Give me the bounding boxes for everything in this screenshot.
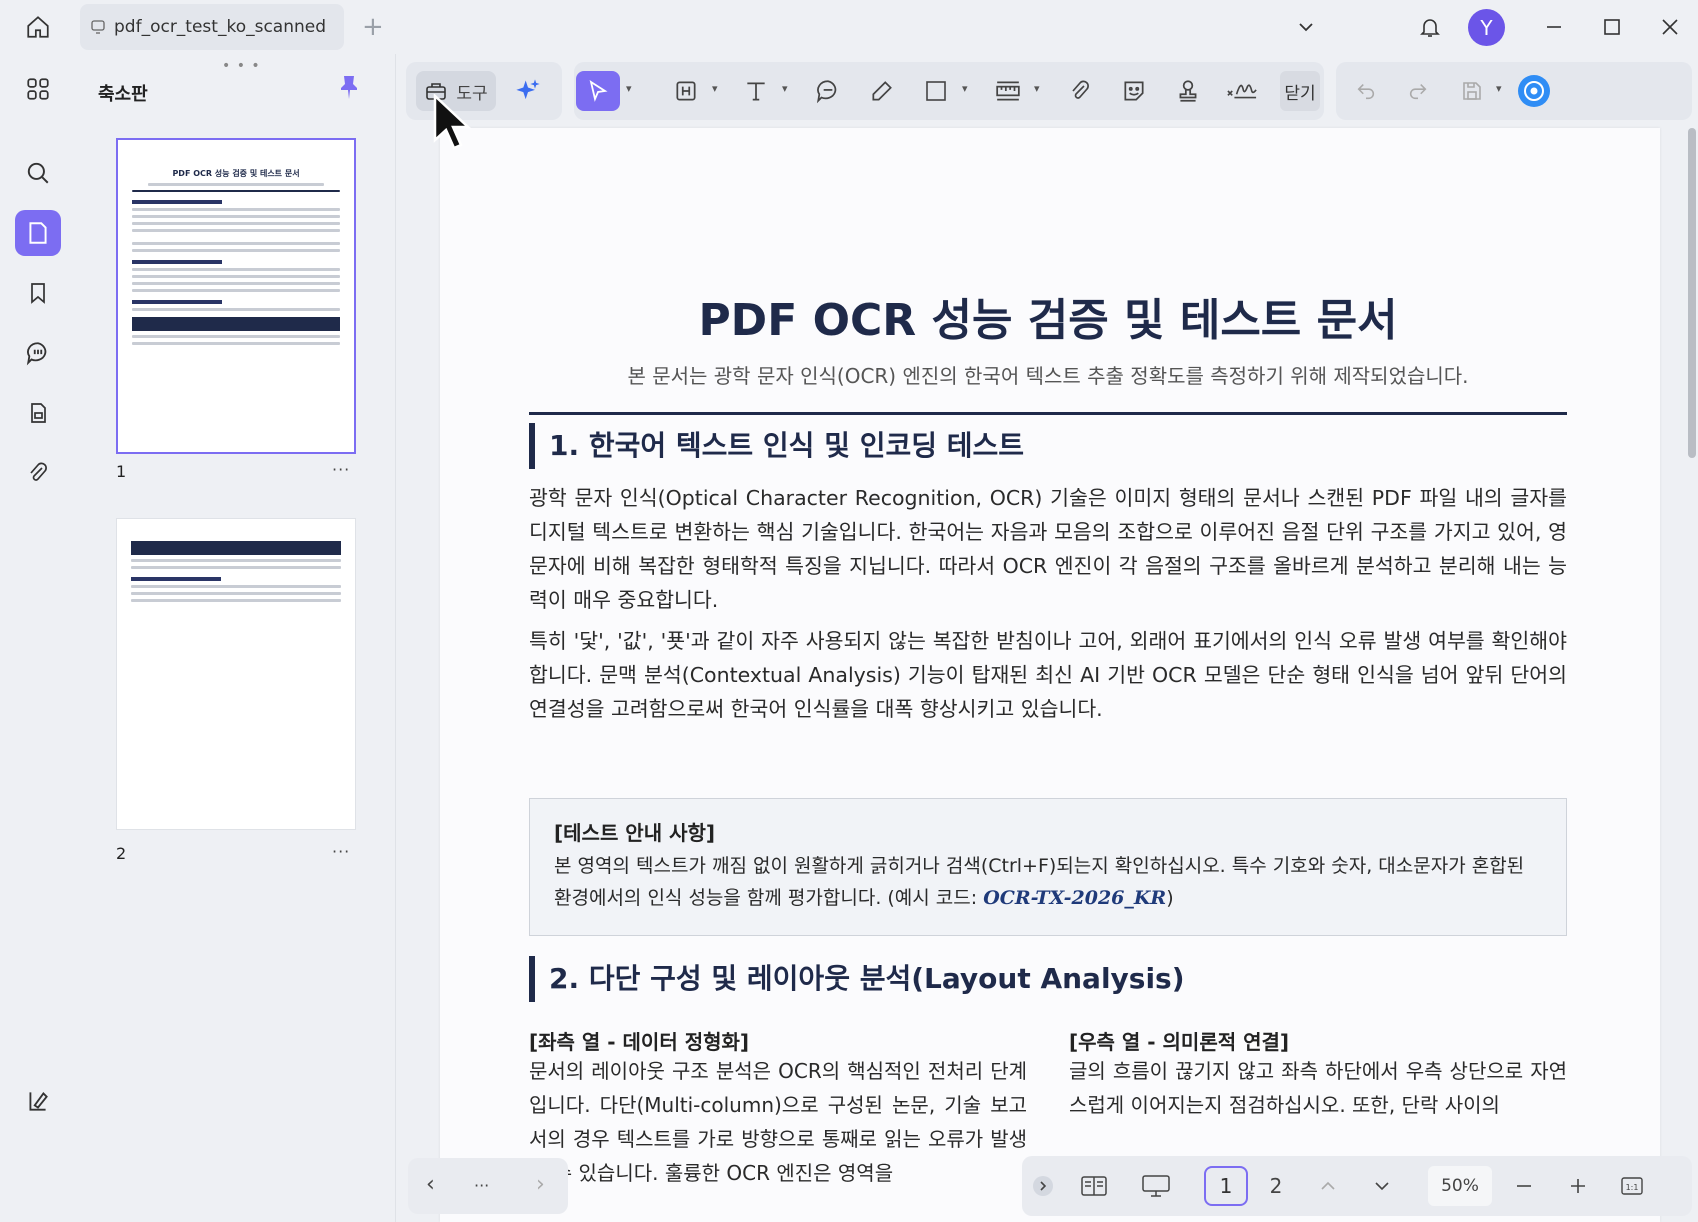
new-tab-button[interactable]: + (362, 12, 384, 42)
zoom-in-icon[interactable] (1558, 1166, 1598, 1206)
page-2-button[interactable]: 2 (1254, 1166, 1298, 1206)
section-1-paragraph-1: 광학 문자 인식(Optical Character Recognition, … (529, 486, 1567, 612)
home-icon[interactable] (18, 10, 58, 44)
attach-tool-icon[interactable] (1058, 71, 1102, 111)
section-1-paragraph-2: 특히 '닻', '값', '푯'과 같이 자주 사용되지 않는 복잡한 받침이나… (529, 629, 1567, 721)
close-tools-button[interactable]: 닫기 (1280, 71, 1320, 111)
tools-group: 도구 (406, 62, 562, 120)
collapse-icon[interactable] (1028, 1166, 1058, 1206)
title-bar: pdf_ocr_test_ko_scanned + Y (0, 0, 1698, 54)
thumbnails-title: 축소판 (98, 84, 148, 105)
view-control-bar: 1 2 50% 1:1 (1022, 1156, 1692, 1216)
left-rail (0, 54, 76, 1222)
thumbnails-icon[interactable] (15, 210, 61, 256)
mouse-cursor-icon (433, 93, 473, 158)
history-more-button[interactable]: ··· (474, 1176, 489, 1195)
attachment-icon[interactable] (15, 450, 61, 496)
thumbnail-page-number: 1 (116, 462, 127, 481)
bell-icon[interactable] (1410, 8, 1450, 46)
right-column-text: 글의 흐름이 끊기지 않고 좌측 하단에서 우측 상단으로 자연스럽게 이어지는… (1069, 1059, 1567, 1117)
presentation-icon[interactable] (1134, 1166, 1178, 1206)
svg-text:1:1: 1:1 (1626, 1183, 1639, 1192)
page-1-button[interactable]: 1 (1204, 1166, 1248, 1206)
chevron-down-icon[interactable]: ▾ (626, 82, 632, 95)
page-thumbnail-1[interactable]: PDF OCR 성능 검증 및 테스트 문서 (116, 138, 356, 454)
history-nav-bar: ‹ ··· › (408, 1158, 568, 1214)
measure-tool-icon[interactable] (986, 71, 1030, 111)
pin-icon[interactable] (338, 74, 360, 104)
document-viewer[interactable]: PDF OCR 성능 검증 및 테스트 문서 본 문서는 광학 문자 인식(OC… (400, 124, 1698, 1222)
thumbnail-mini-title: PDF OCR 성능 검증 및 테스트 문서 (172, 169, 300, 178)
undo-icon[interactable] (1346, 71, 1386, 111)
theme-icon[interactable] (15, 1078, 61, 1124)
actual-size-icon[interactable]: 1:1 (1612, 1166, 1652, 1206)
ai-assistant-icon[interactable] (1512, 71, 1556, 111)
maximize-icon[interactable] (1592, 8, 1632, 46)
notice-body: 본 영역의 텍스트가 깨짐 없이 원활하게 긁히거나 검색(Ctrl+F)되는지… (554, 850, 1542, 914)
notice-end: ) (1166, 887, 1174, 909)
stamp-tool-icon[interactable] (1166, 71, 1210, 111)
chevron-down-icon[interactable] (1286, 8, 1326, 46)
form-icon[interactable] (15, 390, 61, 436)
chevron-down-icon[interactable]: ▾ (1034, 82, 1040, 95)
text-tool-icon[interactable] (734, 71, 778, 111)
save-icon[interactable] (1452, 71, 1492, 111)
redo-icon[interactable] (1398, 71, 1438, 111)
ai-sparkle-icon[interactable] (506, 71, 550, 111)
pen-tool-icon[interactable] (860, 71, 904, 111)
previous-page-icon[interactable] (1308, 1166, 1348, 1206)
minimize-icon[interactable] (1534, 8, 1574, 46)
zoom-level[interactable]: 50% (1428, 1166, 1492, 1206)
thumbnail-more-button[interactable]: ··· (332, 842, 350, 861)
zoom-out-icon[interactable] (1504, 1166, 1544, 1206)
cloud-doc-icon (91, 20, 105, 34)
shape-tool-icon[interactable] (914, 71, 958, 111)
avatar[interactable]: Y (1468, 9, 1505, 46)
sticker-tool-icon[interactable] (1112, 71, 1156, 111)
reading-mode-icon[interactable] (1072, 1166, 1116, 1206)
grid-icon[interactable] (15, 66, 61, 112)
document-tab[interactable]: pdf_ocr_test_ko_scanned (80, 4, 344, 50)
annotation-tools-group: ▾ ▾ ▾ ▾ ▾ 닫기 (574, 62, 1324, 120)
document-title: PDF OCR 성능 검증 및 테스트 문서 (698, 295, 1398, 346)
tab-title: pdf_ocr_test_ko_scanned (114, 17, 327, 37)
comment-tool-icon[interactable] (806, 71, 850, 111)
chevron-down-icon[interactable]: ▾ (782, 82, 788, 95)
document-subtitle: 본 문서는 광학 문자 인식(OCR) 엔진의 한국어 텍스트 추출 정확도를 … (627, 364, 1469, 388)
pdf-page: PDF OCR 성능 검증 및 테스트 문서 본 문서는 광학 문자 인식(OC… (440, 128, 1660, 1222)
section-2-heading: 2. 다단 구성 및 레이아웃 분석(Layout Analysis) (529, 956, 1185, 1002)
thumbnails-panel: • • • 축소판 PDF OCR 성능 검증 및 테스트 문서 1 ··· 2… (76, 54, 396, 1222)
close-window-icon[interactable] (1650, 8, 1690, 46)
chevron-down-icon[interactable]: ▾ (962, 82, 968, 95)
page-thumbnail-2[interactable] (116, 518, 356, 830)
history-group: ▾ (1336, 62, 1692, 120)
forward-icon[interactable]: › (536, 1172, 545, 1197)
next-page-icon[interactable] (1362, 1166, 1402, 1206)
left-column-heading: [좌측 열 - 데이터 정형화] (529, 1030, 750, 1054)
select-tool-icon[interactable] (576, 71, 620, 111)
chevron-down-icon[interactable]: ▾ (712, 82, 718, 95)
example-code: OCR-TX-2026_KR (983, 887, 1167, 909)
comment-icon[interactable] (15, 330, 61, 376)
notice-title: [테스트 안내 사항] (554, 821, 716, 845)
section-1-heading: 1. 한국어 텍스트 인식 및 인코딩 테스트 (529, 423, 1024, 469)
left-column-text: 문서의 레이아웃 구조 분석은 OCR의 핵심적인 전처리 단계입니다. 다단(… (529, 1059, 1027, 1185)
right-column-heading: [우측 열 - 의미론적 연결] (1069, 1030, 1290, 1054)
thumbnail-more-button[interactable]: ··· (332, 460, 350, 479)
search-icon[interactable] (15, 150, 61, 196)
drag-handle[interactable]: • • • (222, 58, 261, 74)
signature-tool-icon[interactable] (1218, 71, 1266, 111)
chevron-down-icon[interactable]: ▾ (1496, 82, 1502, 95)
thumbnail-page-number: 2 (116, 844, 127, 863)
bookmark-icon[interactable] (15, 270, 61, 316)
notice-box: [테스트 안내 사항] 본 영역의 텍스트가 깨짐 없이 원활하게 긁히거나 검… (529, 798, 1567, 936)
highlight-tool-icon[interactable] (664, 71, 708, 111)
toolbar: 도구 ▾ ▾ ▾ ▾ ▾ 닫기 ▾ (406, 58, 1692, 124)
vertical-scrollbar[interactable] (1688, 128, 1696, 458)
title-divider (529, 412, 1567, 415)
back-icon[interactable]: ‹ (426, 1172, 435, 1197)
